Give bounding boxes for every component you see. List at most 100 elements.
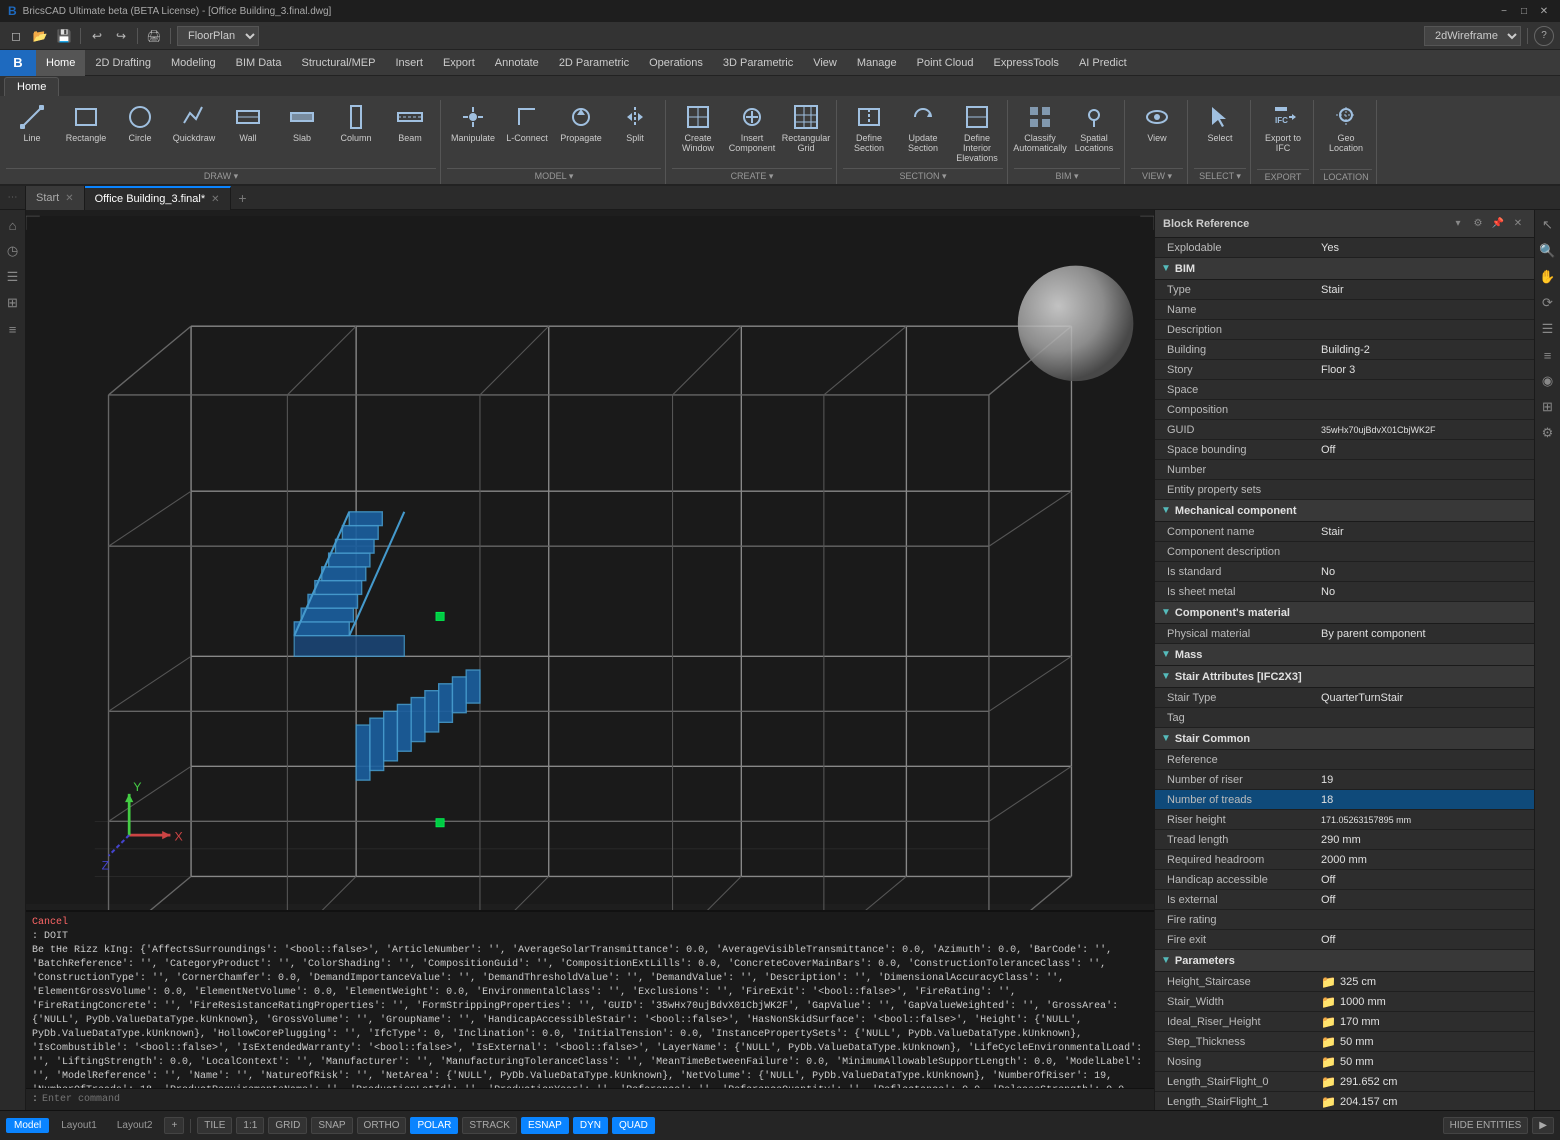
qa-print[interactable]: 🖨 <box>144 26 164 46</box>
menu-insert[interactable]: Insert <box>385 50 433 76</box>
tool-rectangular-grid[interactable]: Rectangular Grid <box>780 100 832 156</box>
menu-2d-drafting[interactable]: 2D Drafting <box>85 50 161 76</box>
rp-close[interactable]: ✕ <box>1510 216 1526 232</box>
qa-new[interactable]: ◻ <box>6 26 26 46</box>
ls-blocks[interactable]: ⊞ <box>2 292 24 314</box>
tool-split[interactable]: Split <box>609 100 661 146</box>
statusbar-strack[interactable]: STRACK <box>462 1117 517 1134</box>
statusbar-scale[interactable]: 1:1 <box>236 1117 264 1134</box>
tool-define-interior[interactable]: Define Interior Elevations <box>951 100 1003 166</box>
ls-home[interactable]: ⌂ <box>2 214 24 236</box>
statusbar-polar[interactable]: POLAR <box>410 1117 458 1134</box>
ls-layers[interactable]: ☰ <box>2 266 24 288</box>
tool-spatial-locations[interactable]: Spatial Locations <box>1068 100 1120 156</box>
statusbar-grid[interactable]: GRID <box>268 1117 307 1134</box>
close-button[interactable]: ✕ <box>1536 3 1552 19</box>
rp-settings[interactable]: ⚙ <box>1470 216 1486 232</box>
menu-point-cloud[interactable]: Point Cloud <box>907 50 984 76</box>
tool-slab[interactable]: Slab <box>276 100 328 146</box>
ls-recent[interactable]: ◷ <box>2 240 24 262</box>
tool-rectangle[interactable]: Rectangle <box>60 100 112 146</box>
prop-explodable-value[interactable]: Yes <box>1315 240 1534 256</box>
statusbar-dyn[interactable]: DYN <box>573 1117 608 1134</box>
rt-properties[interactable]: ≡ <box>1537 344 1559 366</box>
menu-express-tools[interactable]: ExpressTools <box>984 50 1069 76</box>
qa-save[interactable]: 💾 <box>54 26 74 46</box>
statusbar-arrow-right[interactable]: ▶ <box>1532 1117 1554 1134</box>
tool-geo-location[interactable]: Geo Location <box>1320 100 1372 156</box>
tool-manipulate[interactable]: Manipulate <box>447 100 499 146</box>
menu-ai-predict[interactable]: AI Predict <box>1069 50 1137 76</box>
statusbar-tab-layout1[interactable]: Layout1 <box>53 1118 105 1133</box>
tool-wall[interactable]: Wall <box>222 100 274 146</box>
statusbar-snap[interactable]: SNAP <box>311 1117 352 1134</box>
tab-main-close[interactable]: ✕ <box>211 194 219 205</box>
prop-section-material[interactable]: ▼ Component's material <box>1155 602 1534 624</box>
tool-circle[interactable]: Circle <box>114 100 166 146</box>
tab-add-button[interactable]: + <box>231 186 255 210</box>
menu-2d-parametric[interactable]: 2D Parametric <box>549 50 639 76</box>
prop-section-stair-ifc[interactable]: ▼ Stair Attributes [IFC2X3] <box>1155 666 1534 688</box>
ribbon-tab-home[interactable]: Home <box>4 77 59 96</box>
ls-properties[interactable]: ≡ <box>2 318 24 340</box>
menu-bim-data[interactable]: BIM Data <box>226 50 292 76</box>
workspace-selector[interactable]: FloorPlan <box>177 26 259 46</box>
tool-propagate[interactable]: Propagate <box>555 100 607 146</box>
qa-redo[interactable]: ↪ <box>111 26 131 46</box>
menu-home[interactable]: Home <box>36 50 85 76</box>
rt-render[interactable]: ◉ <box>1537 370 1559 392</box>
menu-manage[interactable]: Manage <box>847 50 907 76</box>
console-input[interactable] <box>42 1094 1148 1105</box>
bricscad-logo[interactable]: B <box>0 50 36 76</box>
rp-collapse[interactable]: ▾ <box>1450 216 1466 232</box>
statusbar-add-layout[interactable]: + <box>164 1117 184 1134</box>
prop-section-mass[interactable]: ▼ Mass <box>1155 644 1534 666</box>
menu-annotate[interactable]: Annotate <box>485 50 549 76</box>
rt-bim[interactable]: ⊞ <box>1537 396 1559 418</box>
prop-section-bim[interactable]: ▼ BIM <box>1155 258 1534 280</box>
menu-view[interactable]: View <box>803 50 847 76</box>
tool-quickdraw[interactable]: Quickdraw <box>168 100 220 146</box>
rt-zoom[interactable]: 🔍 <box>1537 240 1559 262</box>
console-output[interactable]: Cancel : DOIT Be tHe Rizz kIng: {'Affect… <box>26 912 1154 1088</box>
help-button[interactable]: ? <box>1534 26 1554 46</box>
tool-export-ifc[interactable]: IFC Export to IFC <box>1257 100 1309 156</box>
qa-open[interactable]: 📂 <box>30 26 50 46</box>
viewport[interactable]: X Y Z <box>26 210 1154 910</box>
prop-section-mechanical[interactable]: ▼ Mechanical component <box>1155 500 1534 522</box>
tool-select[interactable]: Select <box>1194 100 1246 146</box>
tool-view[interactable]: View <box>1131 100 1183 146</box>
menu-export[interactable]: Export <box>433 50 485 76</box>
tool-update-section[interactable]: Update Section <box>897 100 949 156</box>
menu-operations[interactable]: Operations <box>639 50 713 76</box>
menu-structural[interactable]: Structural/MEP <box>291 50 385 76</box>
tool-column[interactable]: Column <box>330 100 382 146</box>
minimize-button[interactable]: − <box>1496 3 1512 19</box>
statusbar-ortho[interactable]: ORTHO <box>357 1117 407 1134</box>
tab-start[interactable]: Start ✕ <box>26 186 85 210</box>
rp-pin[interactable]: 📌 <box>1490 216 1506 232</box>
rt-pan[interactable]: ✋ <box>1537 266 1559 288</box>
rt-select[interactable]: ↖ <box>1537 214 1559 236</box>
menu-3d-parametric[interactable]: 3D Parametric <box>713 50 803 76</box>
qa-undo[interactable]: ↩ <box>87 26 107 46</box>
rt-orbit[interactable]: ⟳ <box>1537 292 1559 314</box>
rt-settings[interactable]: ⚙ <box>1537 422 1559 444</box>
prop-section-stair-common[interactable]: ▼ Stair Common <box>1155 728 1534 750</box>
tool-line[interactable]: Line <box>6 100 58 146</box>
tool-classify[interactable]: Classify Automatically <box>1014 100 1066 156</box>
statusbar-quad[interactable]: QUAD <box>612 1117 655 1134</box>
maximize-button[interactable]: □ <box>1516 3 1532 19</box>
tool-insert-component[interactable]: Insert Component <box>726 100 778 156</box>
statusbar-hide-entities[interactable]: HIDE ENTITIES <box>1443 1117 1529 1134</box>
statusbar-tab-model[interactable]: Model <box>6 1118 49 1133</box>
statusbar-tile[interactable]: TILE <box>197 1117 232 1134</box>
tab-main[interactable]: Office Building_3.final* ✕ <box>85 186 231 210</box>
tool-create-window[interactable]: Create Window <box>672 100 724 156</box>
menu-modeling[interactable]: Modeling <box>161 50 226 76</box>
statusbar-esnap[interactable]: ESNAP <box>521 1117 569 1134</box>
rt-layers[interactable]: ☰ <box>1537 318 1559 340</box>
tool-define-section[interactable]: Define Section <box>843 100 895 156</box>
tool-beam[interactable]: Beam <box>384 100 436 146</box>
prop-section-parameters[interactable]: ▼ Parameters <box>1155 950 1534 972</box>
